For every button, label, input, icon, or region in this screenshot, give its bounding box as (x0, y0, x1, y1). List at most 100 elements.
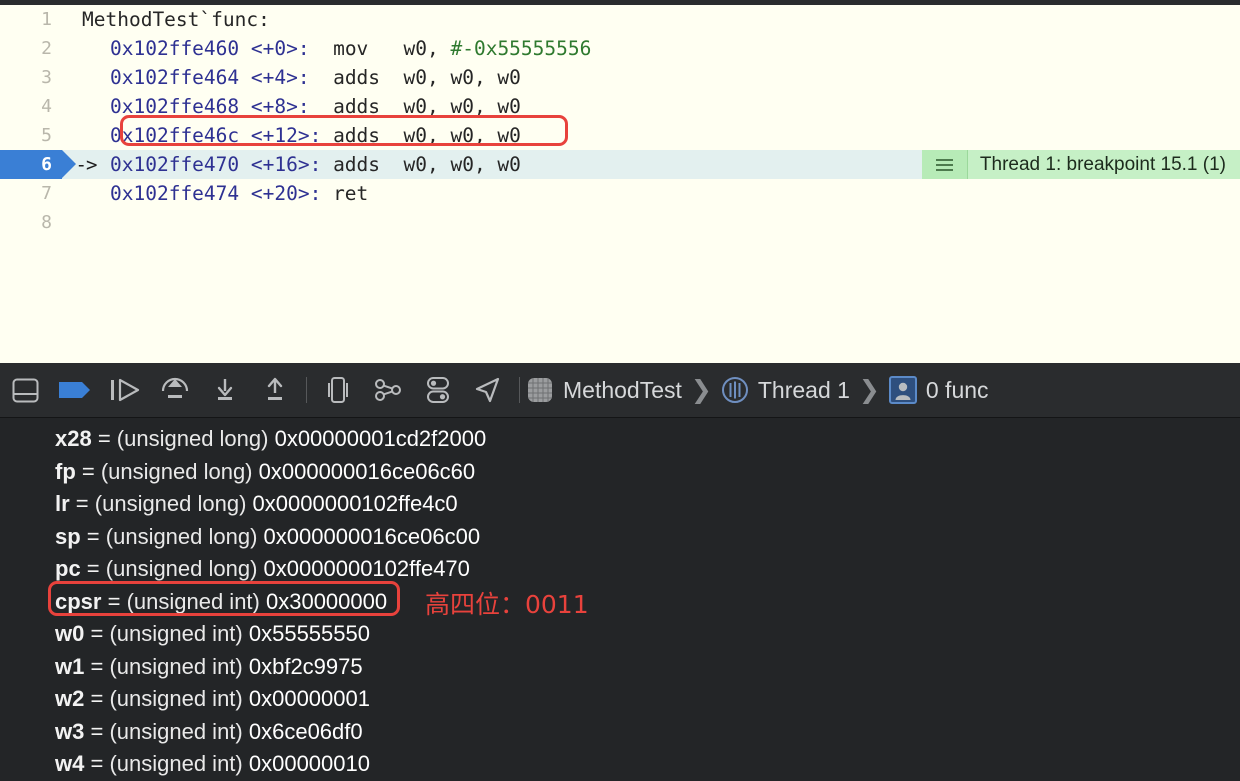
register-type: (unsigned long) (94, 491, 253, 517)
line-number: 2 (41, 38, 52, 59)
line-number: 4 (41, 96, 52, 117)
code-line[interactable]: 4 0x102ffe468 <+8>: adds w0, w0, w0 (0, 92, 1240, 121)
breadcrumb-separator: ❯ (690, 376, 712, 404)
register-equals: = (80, 523, 106, 549)
continue-icon[interactable] (100, 363, 150, 418)
register-row[interactable]: fp = (unsigned long) 0x000000016ce06c60 (0, 456, 1240, 489)
hamburger-icon[interactable] (921, 150, 968, 179)
register-row[interactable]: pc = (unsigned long) 0x0000000102ffe470 (0, 553, 1240, 586)
immediate-value: #-0x55555556 (450, 37, 592, 60)
thread-icon (721, 376, 749, 404)
step-into-icon[interactable] (200, 363, 250, 418)
code-line[interactable]: 3 0x102ffe464 <+4>: adds w0, w0, w0 (0, 63, 1240, 92)
code-line[interactable]: 6 -> 0x102ffe470 <+16>: adds w0, w0, w0 Thr… (0, 150, 1240, 179)
instruction-text: 0x102ffe470 <+16>: adds w0, w0, w0 (110, 153, 521, 176)
register-name: w3 (55, 718, 85, 744)
instruction-mnemonic: ret (321, 182, 369, 205)
simulate-location-icon[interactable] (463, 363, 513, 418)
register-name: w2 (55, 686, 85, 712)
register-type: (unsigned long) (100, 458, 259, 484)
instruction-text: 0x102ffe474 <+20>: ret (110, 182, 368, 205)
instruction-address: 0x102ffe464 <+4>: (110, 66, 310, 89)
register-type: (unsigned int) (109, 621, 249, 647)
instruction-mnemonic: adds w0, w0, w0 (321, 153, 521, 176)
register-equals: = (75, 458, 101, 484)
register-value: 0x000000016ce06c60 (258, 458, 476, 484)
register-equals: = (69, 491, 95, 517)
register-equals: = (80, 556, 106, 582)
view-debugging-icon[interactable] (313, 363, 363, 418)
memory-graph-icon[interactable] (363, 363, 413, 418)
register-value: 0x0000000102ffe4c0 (252, 491, 458, 517)
instruction-mnemonic: adds w0, w0, w0 (321, 124, 521, 147)
breadcrumb-item-3[interactable]: 0 func (926, 377, 989, 404)
disassembly-editor[interactable]: 1 MethodTest`func: 2 0x102ffe460 <+0>: mov … (0, 0, 1240, 363)
program-counter-badge: 6 (0, 150, 76, 179)
register-name: lr (55, 491, 70, 517)
instruction-address: 0x102ffe460 <+0>: (110, 37, 310, 60)
instruction-text: 0x102ffe460 <+0>: mov w0, #-0x55555556 (110, 37, 591, 60)
register-value: 0x000000016ce06c00 (263, 523, 481, 549)
instruction-mnemonic: adds w0, w0, w0 (309, 66, 521, 89)
register-row[interactable]: x28 = (unsigned long) 0x00000001cd2f2000 (0, 423, 1240, 456)
code-line[interactable]: 2 0x102ffe460 <+0>: mov w0, #-0x55555556 (0, 34, 1240, 63)
environment-overrides-icon[interactable] (413, 363, 463, 418)
register-type: (unsigned int) (109, 751, 249, 777)
annotation-note-cpsr: 高四位：0011 (425, 590, 589, 619)
debug-toolbar[interactable]: MethodTest ❯ Thread 1 ❯ 0 func (0, 363, 1240, 418)
register-equals: = (84, 686, 110, 712)
line-number: 7 (41, 183, 52, 204)
code-line[interactable]: 8 (0, 208, 1240, 237)
register-value: 0x00000001cd2f2000 (274, 426, 487, 452)
breakpoint-annotation[interactable]: Thread 1: breakpoint 15.1 (1) (921, 150, 1240, 179)
instruction-mnemonic: mov w0, (309, 37, 451, 60)
register-type: (unsigned long) (116, 426, 275, 452)
process-icon (526, 376, 554, 404)
register-value: 0xbf2c9975 (248, 653, 363, 679)
frame-icon (888, 376, 917, 404)
breadcrumb[interactable]: MethodTest ❯ Thread 1 ❯ 0 func (526, 375, 989, 405)
register-row[interactable]: w4 = (unsigned int) 0x00000010 (0, 748, 1240, 781)
register-type: (unsigned long) (105, 523, 264, 549)
step-out-icon[interactable] (250, 363, 300, 418)
code-line[interactable]: 1 MethodTest`func: (0, 5, 1240, 34)
register-name: sp (55, 523, 81, 549)
register-row[interactable]: w1 = (unsigned int) 0xbf2c9975 (0, 651, 1240, 684)
register-row[interactable]: w3 = (unsigned int) 0x6ce06df0 (0, 716, 1240, 749)
instruction-address: 0x102ffe470 <+16>: (110, 153, 322, 176)
instruction-text: 0x102ffe464 <+4>: adds w0, w0, w0 (110, 66, 521, 89)
instruction-mnemonic: MethodTest`func: (82, 8, 270, 31)
register-type: (unsigned long) (105, 556, 264, 582)
instruction-address: 0x102ffe46c <+12>: (110, 124, 322, 147)
register-name: fp (55, 458, 76, 484)
breadcrumb-item-1[interactable]: MethodTest (563, 377, 682, 404)
register-equals: = (101, 588, 127, 614)
breakpoint-flag-icon[interactable] (50, 363, 100, 418)
instruction-text: 0x102ffe46c <+12>: adds w0, w0, w0 (110, 124, 521, 147)
register-row[interactable]: cpsr = (unsigned int) 0x30000000 (0, 586, 1240, 619)
register-value: 0x6ce06df0 (248, 718, 363, 744)
register-list: x28 = (unsigned long) 0x00000001cd2f2000… (0, 423, 1240, 781)
register-value: 0x00000010 (248, 751, 370, 777)
register-name: cpsr (55, 588, 102, 614)
hide-debug-area-icon[interactable] (0, 363, 50, 418)
register-name: x28 (55, 426, 92, 452)
line-number: 6 (41, 154, 52, 175)
register-name: w4 (55, 751, 85, 777)
code-line[interactable]: 7 0x102ffe474 <+20>: ret (0, 179, 1240, 208)
instruction-mnemonic: adds w0, w0, w0 (309, 95, 521, 118)
register-row[interactable]: sp = (unsigned long) 0x000000016ce06c00 (0, 521, 1240, 554)
code-line[interactable]: 5 0x102ffe46c <+12>: adds w0, w0, w0 (0, 121, 1240, 150)
variables-view[interactable]: x28 = (unsigned long) 0x00000001cd2f2000… (0, 418, 1240, 776)
register-equals: = (84, 718, 110, 744)
register-value: 0x30000000 (265, 588, 388, 614)
register-row[interactable]: w0 = (unsigned int) 0x55555550 (0, 618, 1240, 651)
instruction-text: 0x102ffe468 <+8>: adds w0, w0, w0 (110, 95, 521, 118)
register-equals: = (84, 653, 110, 679)
register-equals: = (91, 426, 117, 452)
register-row[interactable]: w2 = (unsigned int) 0x00000001 (0, 683, 1240, 716)
line-number: 5 (41, 125, 52, 146)
breadcrumb-item-2[interactable]: Thread 1 (758, 377, 850, 404)
step-over-icon[interactable] (150, 363, 200, 418)
register-row[interactable]: lr = (unsigned long) 0x0000000102ffe4c0 (0, 488, 1240, 521)
